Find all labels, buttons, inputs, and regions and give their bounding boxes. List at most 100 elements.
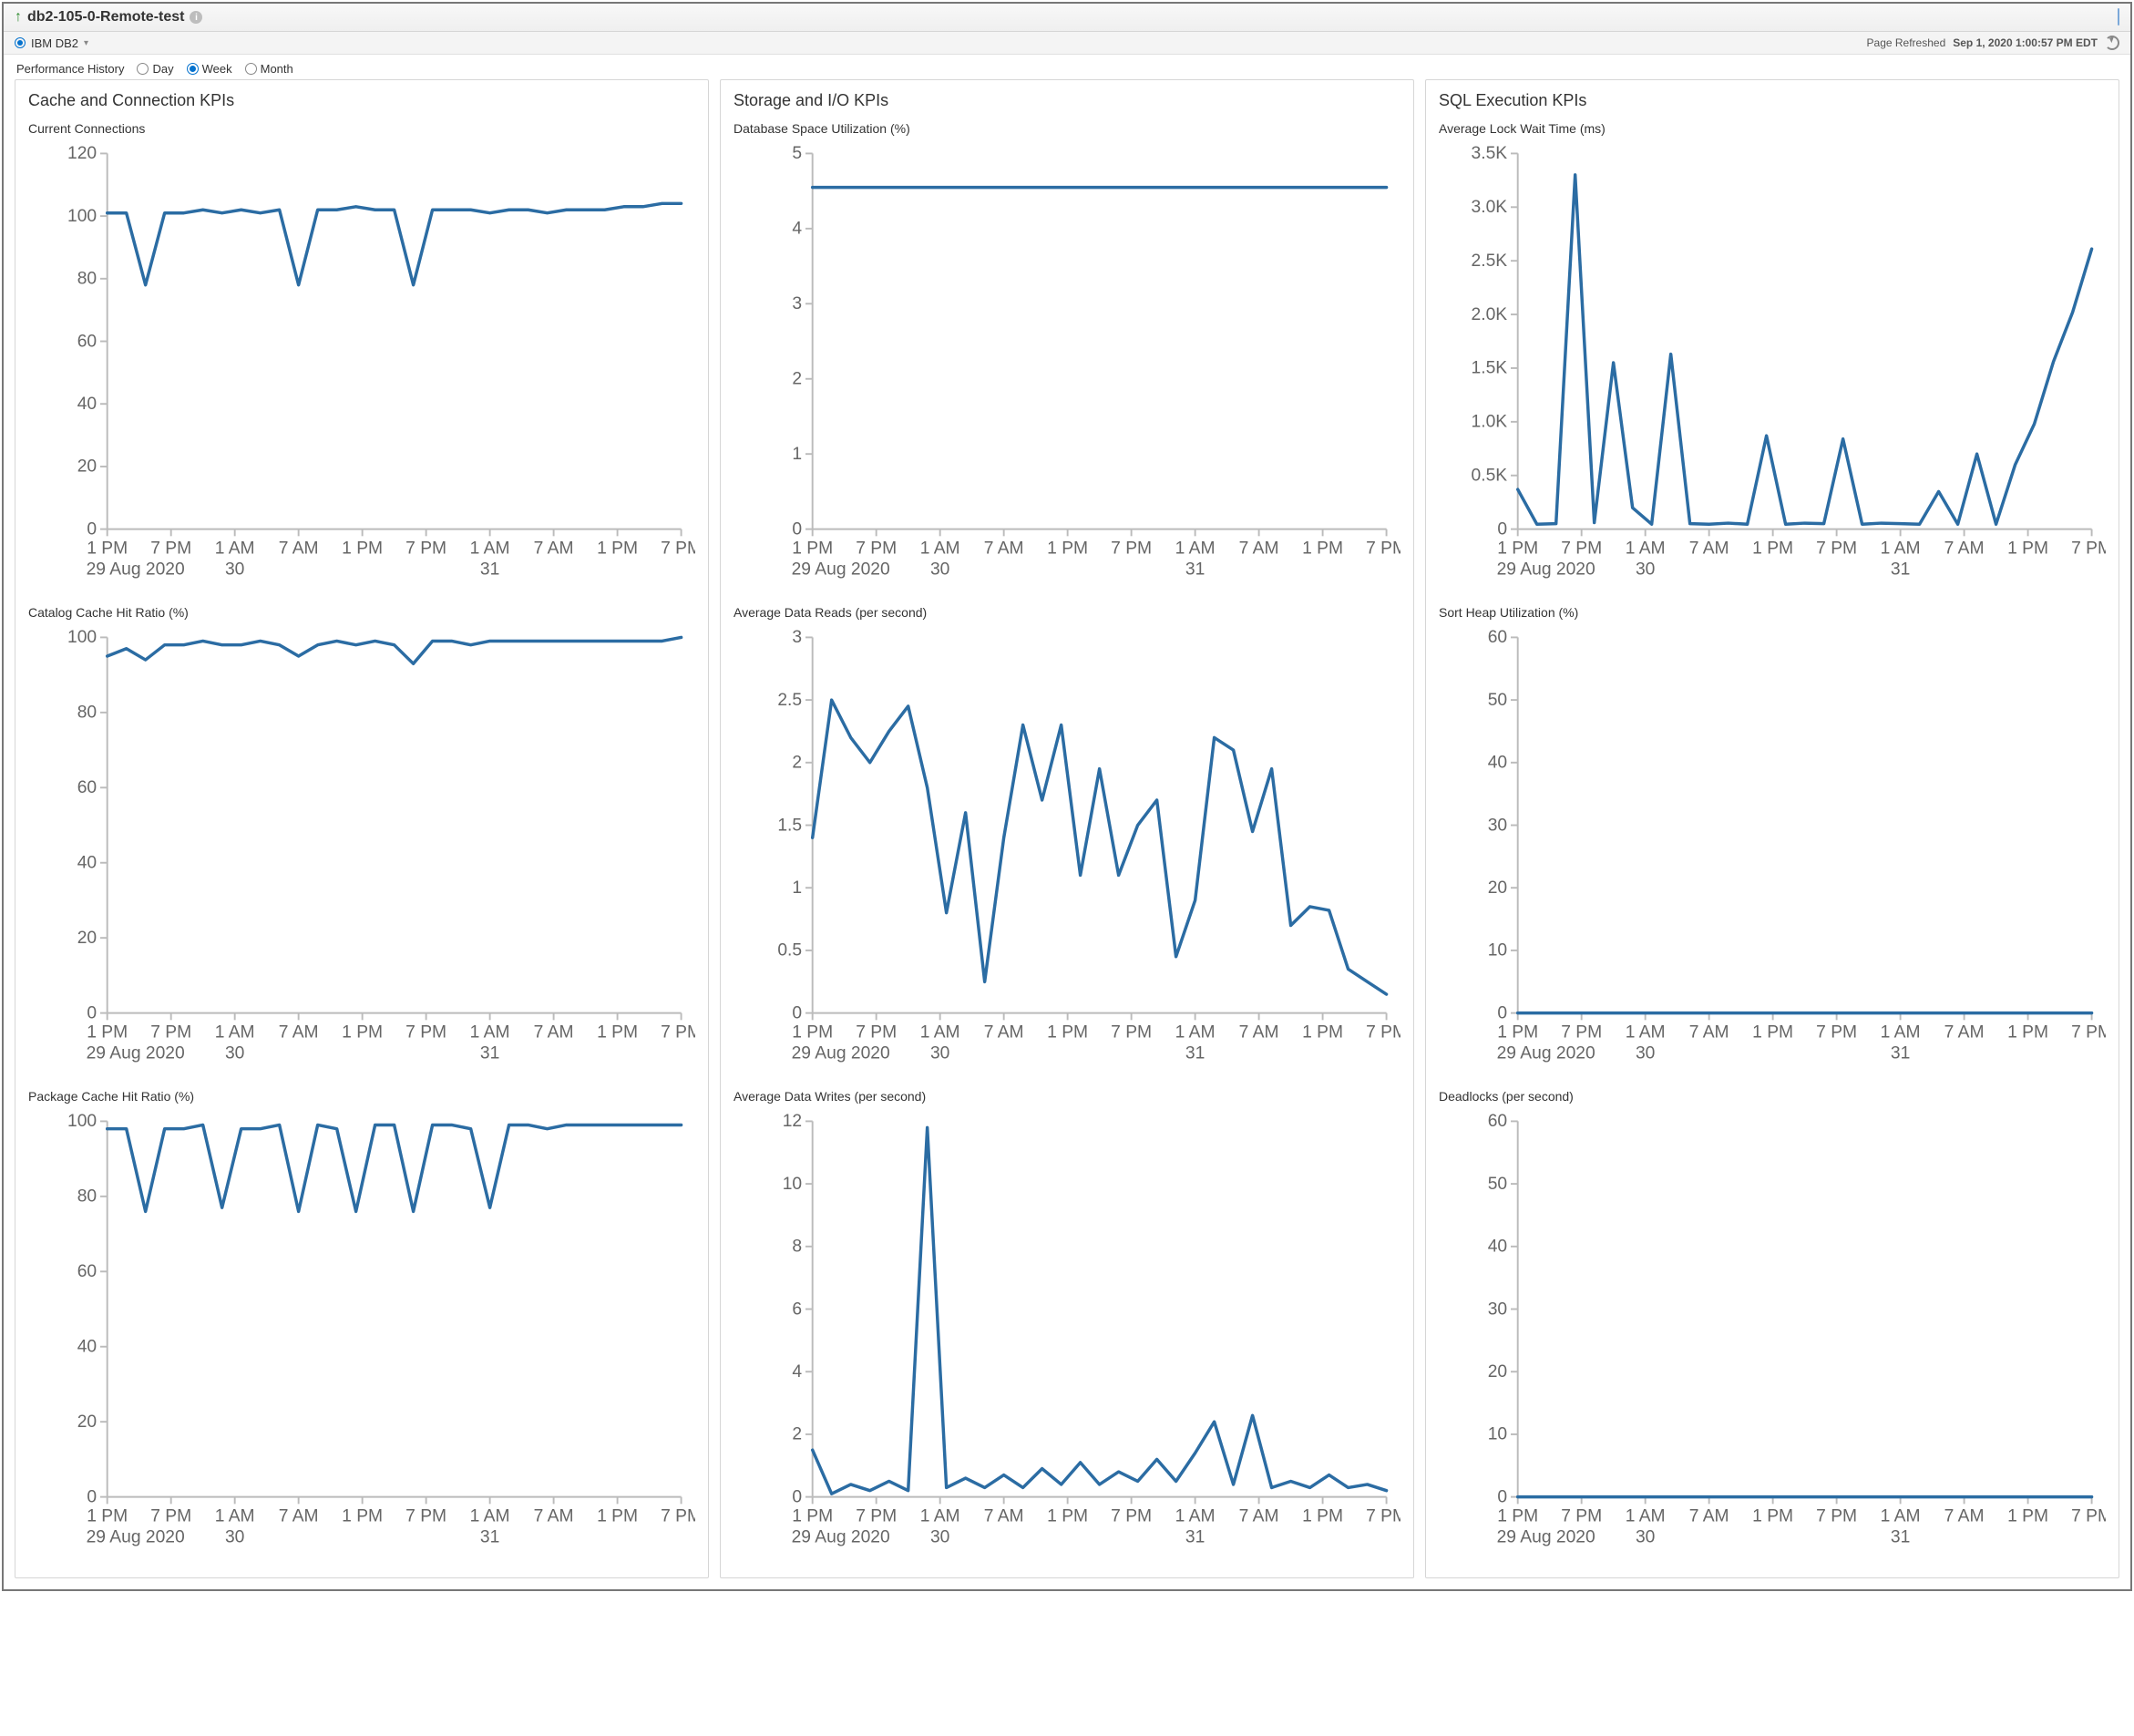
chart-avg-lock-wait: Average Lock Wait Time (ms)00.5K1.0K1.5K… [1439, 121, 2106, 596]
svg-text:7 AM: 7 AM [1239, 539, 1279, 559]
svg-text:1 PM: 1 PM [87, 1506, 128, 1525]
chart-holder[interactable]: 01020304050601 PM29 Aug 20207 PM1 AM307 … [1439, 623, 2106, 1080]
page-tools-icon[interactable] [2118, 9, 2119, 26]
svg-text:1: 1 [792, 878, 802, 898]
chart-holder[interactable]: 0204060801001 PM29 Aug 20207 PM1 AM307 A… [28, 623, 695, 1080]
svg-text:1 PM: 1 PM [1302, 1506, 1343, 1525]
svg-text:1 PM: 1 PM [2007, 1022, 2048, 1042]
svg-text:2: 2 [792, 753, 802, 772]
info-icon[interactable]: i [190, 11, 202, 24]
svg-text:7 PM: 7 PM [2071, 539, 2106, 559]
chart-holder[interactable]: 00.511.522.531 PM29 Aug 20207 PM1 AM307 … [734, 623, 1400, 1080]
svg-text:7 AM: 7 AM [984, 1022, 1024, 1042]
svg-text:1 PM: 1 PM [1752, 1022, 1793, 1042]
radio-week[interactable]: Week [187, 62, 232, 76]
chart-package-cache-hit-ratio: Package Cache Hit Ratio (%)0204060801001… [28, 1089, 695, 1564]
svg-text:7 PM: 7 PM [150, 539, 191, 559]
svg-text:7 PM: 7 PM [1561, 1022, 1602, 1042]
radio-month[interactable]: Month [245, 62, 293, 76]
svg-text:1 AM: 1 AM [1175, 539, 1216, 559]
chart-title: Average Data Writes (per second) [734, 1089, 1400, 1104]
svg-text:29 Aug 2020: 29 Aug 2020 [87, 1044, 185, 1063]
svg-text:100: 100 [67, 1112, 97, 1131]
chart-holder[interactable]: 0123451 PM29 Aug 20207 PM1 AM307 AM1 PM7… [734, 139, 1400, 596]
svg-text:10: 10 [1488, 1424, 1507, 1443]
chart-svg: 01020304050601 PM29 Aug 20207 PM1 AM307 … [1439, 623, 2106, 1080]
svg-text:7 PM: 7 PM [405, 1022, 446, 1042]
svg-text:30: 30 [930, 1044, 949, 1063]
svg-text:31: 31 [480, 1527, 499, 1546]
chart-holder[interactable]: 0204060801001 PM29 Aug 20207 PM1 AM307 A… [28, 1107, 695, 1564]
svg-text:1 AM: 1 AM [1626, 539, 1666, 559]
svg-text:1 PM: 1 PM [1497, 1022, 1538, 1042]
svg-text:7 PM: 7 PM [661, 1022, 695, 1042]
svg-text:7 AM: 7 AM [534, 1506, 574, 1525]
svg-text:29 Aug 2020: 29 Aug 2020 [1497, 1044, 1595, 1063]
svg-text:1.5K: 1.5K [1472, 359, 1508, 378]
chart-svg: 0204060801001 PM29 Aug 20207 PM1 AM307 A… [28, 1107, 695, 1564]
svg-text:4: 4 [792, 220, 802, 239]
svg-text:80: 80 [77, 703, 97, 722]
svg-text:1 AM: 1 AM [1626, 1022, 1666, 1042]
svg-text:7 PM: 7 PM [1816, 1022, 1857, 1042]
chart-db-space-util: Database Space Utilization (%)0123451 PM… [734, 121, 1400, 596]
chart-svg: 00.511.522.531 PM29 Aug 20207 PM1 AM307 … [734, 623, 1400, 1080]
svg-text:30: 30 [1636, 1044, 1655, 1063]
svg-text:60: 60 [77, 332, 97, 351]
svg-text:7 PM: 7 PM [1111, 1022, 1152, 1042]
svg-text:29 Aug 2020: 29 Aug 2020 [792, 1527, 890, 1546]
svg-text:1 AM: 1 AM [1626, 1506, 1666, 1525]
svg-text:7 AM: 7 AM [1239, 1022, 1279, 1042]
svg-text:7 PM: 7 PM [2071, 1022, 2106, 1042]
svg-text:80: 80 [77, 1186, 97, 1206]
svg-text:1 PM: 1 PM [792, 539, 833, 559]
svg-text:0.5: 0.5 [777, 941, 802, 960]
svg-text:30: 30 [1636, 1527, 1655, 1546]
svg-text:1 AM: 1 AM [215, 1506, 255, 1525]
status-up-icon: ↑ [15, 9, 22, 26]
chart-svg: 0123451 PM29 Aug 20207 PM1 AM307 AM1 PM7… [734, 139, 1400, 596]
svg-text:4: 4 [792, 1362, 802, 1382]
svg-text:100: 100 [67, 628, 97, 647]
svg-text:60: 60 [1488, 1112, 1507, 1131]
svg-text:2.0K: 2.0K [1472, 305, 1508, 324]
svg-text:7 PM: 7 PM [661, 1506, 695, 1525]
header-bar: ↑ db2-105-0-Remote-test i [4, 4, 2130, 32]
svg-text:7 AM: 7 AM [534, 1022, 574, 1042]
svg-text:29 Aug 2020: 29 Aug 2020 [792, 1044, 890, 1063]
svg-text:1 PM: 1 PM [87, 1022, 128, 1042]
svg-text:1 AM: 1 AM [1881, 539, 1921, 559]
sub-header: IBM DB2 ▾ Page Refreshed Sep 1, 2020 1:0… [4, 32, 2130, 55]
panel-title: SQL Execution KPIs [1439, 91, 2106, 110]
refresh-icon[interactable] [2105, 36, 2119, 50]
svg-text:0: 0 [1497, 519, 1507, 539]
svg-text:1.5: 1.5 [777, 816, 802, 835]
svg-text:7 PM: 7 PM [1111, 1506, 1152, 1525]
chart-catalog-cache-hit-ratio: Catalog Cache Hit Ratio (%)0204060801001… [28, 605, 695, 1080]
svg-text:0: 0 [87, 1003, 97, 1022]
svg-text:1 PM: 1 PM [597, 539, 638, 559]
chart-holder[interactable]: 01020304050601 PM29 Aug 20207 PM1 AM307 … [1439, 1107, 2106, 1564]
svg-text:31: 31 [1891, 1044, 1910, 1063]
svg-text:1 AM: 1 AM [920, 1506, 960, 1525]
svg-text:1 PM: 1 PM [1752, 1506, 1793, 1525]
svg-text:7 AM: 7 AM [279, 1022, 319, 1042]
db-type-dropdown[interactable]: IBM DB2 ▾ [15, 36, 88, 50]
svg-text:31: 31 [1891, 560, 1910, 580]
svg-text:50: 50 [1488, 1175, 1507, 1194]
svg-text:0: 0 [1497, 1003, 1507, 1022]
chart-holder[interactable]: 0246810121 PM29 Aug 20207 PM1 AM307 AM1 … [734, 1107, 1400, 1564]
svg-text:20: 20 [1488, 1362, 1507, 1382]
svg-text:1 AM: 1 AM [215, 1022, 255, 1042]
svg-text:1 PM: 1 PM [1497, 1506, 1538, 1525]
svg-text:7 PM: 7 PM [856, 1506, 897, 1525]
chart-svg: 00.5K1.0K1.5K2.0K2.5K3.0K3.5K1 PM29 Aug … [1439, 139, 2106, 596]
svg-text:1 AM: 1 AM [1175, 1506, 1216, 1525]
svg-text:7 AM: 7 AM [1689, 1022, 1729, 1042]
chart-holder[interactable]: 00.5K1.0K1.5K2.0K2.5K3.0K3.5K1 PM29 Aug … [1439, 139, 2106, 596]
svg-text:0: 0 [87, 519, 97, 539]
svg-text:6: 6 [792, 1299, 802, 1319]
svg-text:29 Aug 2020: 29 Aug 2020 [1497, 1527, 1595, 1546]
chart-holder[interactable]: 0204060801001201 PM29 Aug 20207 PM1 AM30… [28, 139, 695, 596]
radio-day[interactable]: Day [137, 62, 173, 76]
